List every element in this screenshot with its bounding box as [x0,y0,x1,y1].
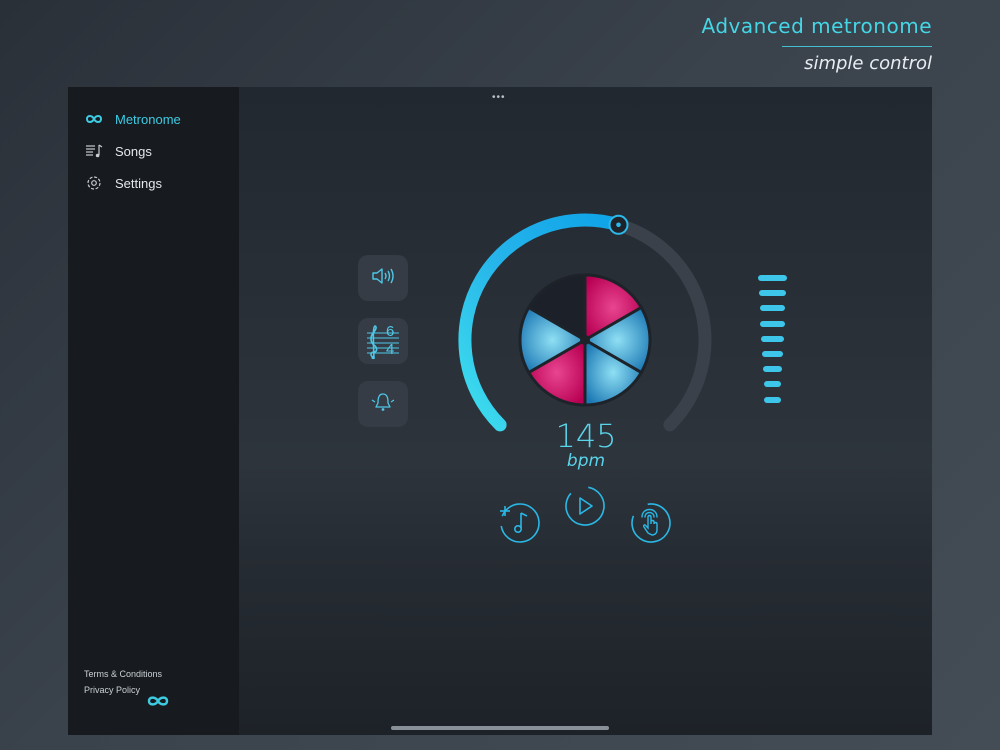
sidebar-item-songs[interactable]: Songs [84,140,152,162]
infinity-icon [84,109,104,129]
volume-bar [764,396,781,403]
bpm-value: 145 [555,417,617,455]
sidebar-item-label: Settings [115,175,162,191]
time-signature-bottom: 4 [386,341,395,358]
accent-button[interactable] [358,381,408,427]
play-icon [579,497,593,515]
music-note-icon [513,512,528,533]
promo-subtitle: simple control [804,53,932,74]
sidebar-item-metronome[interactable]: Metronome [84,108,181,130]
promo-title: Advanced metronome [701,14,932,38]
volume-bar [762,351,783,357]
gear-icon [84,173,104,193]
songs-list-icon [84,141,104,161]
volume-bar [759,305,786,312]
tap-finger-icon [641,508,658,536]
promo-header: Advanced metronome simple control [701,14,932,74]
add-note-button[interactable] [496,497,544,545]
play-button[interactable] [563,484,607,528]
volume-bar [761,335,784,342]
promo-divider [782,46,932,47]
bell-icon [371,391,395,418]
sidebar-item-label: Songs [115,143,152,159]
volume-bar [762,366,783,373]
volume-bar [758,275,787,281]
tap-tempo-button[interactable] [628,500,674,546]
sidebar: Metronome Songs Settings Terms & Conditi… [68,87,239,735]
tempo-knob-dot [616,222,621,228]
bpm-unit: bpm [566,451,606,471]
beat-wheel [518,273,652,407]
sidebar-item-label: Metronome [115,111,181,127]
infinity-logo-icon [146,694,170,712]
beat-wheel-hub [580,335,590,345]
privacy-link[interactable]: Privacy Policy [84,685,140,695]
time-signature-button[interactable]: 6 4 [358,318,408,364]
volume-bar [758,290,787,297]
terms-link[interactable]: Terms & Conditions [84,669,162,679]
volume-bar [760,320,785,327]
sound-button[interactable] [358,255,408,301]
volume-bar [763,381,782,388]
treble-staff-icon [367,325,399,360]
app-window: Metronome Songs Settings Terms & Conditi… [68,87,932,735]
time-signature-top: 6 [386,323,395,340]
metronome-panel: ••• 6 4 145 bpm [239,87,932,735]
tempo-dial[interactable] [449,207,721,443]
multitask-handle[interactable]: ••• [492,92,506,103]
sidebar-item-settings[interactable]: Settings [84,172,162,194]
home-indicator[interactable] [391,726,609,730]
speaker-icon [371,267,395,290]
